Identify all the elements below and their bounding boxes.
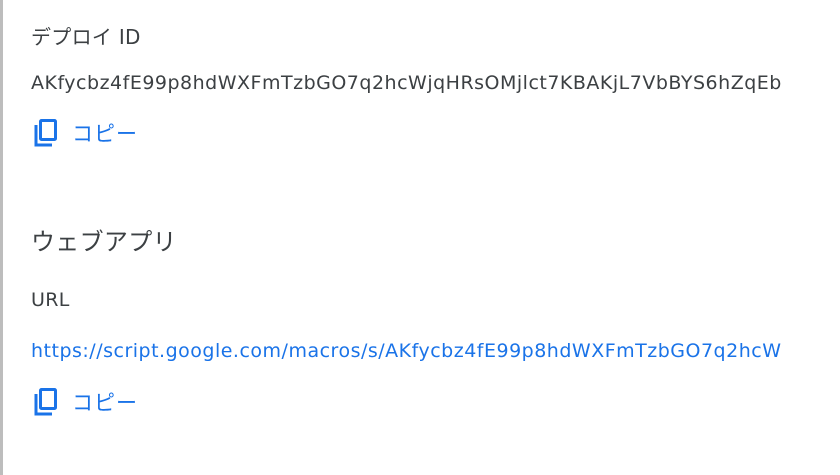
copy-icon <box>32 386 60 418</box>
deployment-details-panel: デプロイ ID AKfycbz4fE99p8hdWXFmTzbGO7q2hcWj… <box>0 0 840 475</box>
copy-deployment-id-button[interactable]: コピー <box>28 115 142 151</box>
copy-webapp-url-label: コピー <box>72 391 138 415</box>
webapp-url-label: URL <box>31 289 70 311</box>
deployment-id-value: AKfycbz4fE99p8hdWXFmTzbGO7q2hcWjqHRsOMjl… <box>31 72 782 94</box>
copy-deployment-id-label: コピー <box>72 122 138 146</box>
copy-icon <box>32 117 60 149</box>
panel-left-border <box>0 0 3 475</box>
webapp-section-title: ウェブアプリ <box>31 228 177 256</box>
deployment-id-label: デプロイ ID <box>31 25 141 49</box>
webapp-url-link[interactable]: https://script.google.com/macros/s/AKfyc… <box>31 340 781 362</box>
copy-webapp-url-button[interactable]: コピー <box>28 384 142 420</box>
